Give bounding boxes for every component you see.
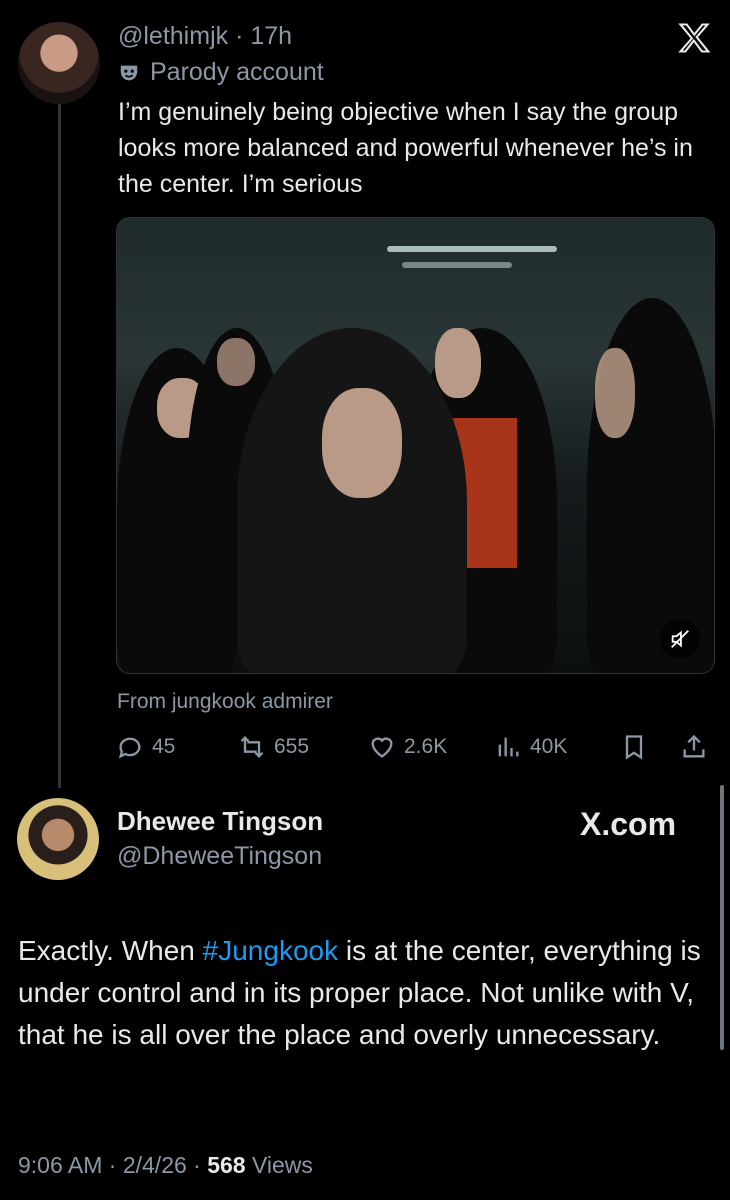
bookmark-action[interactable] xyxy=(620,733,648,761)
hashtag-link[interactable]: #Jungkook xyxy=(203,935,338,966)
thread-connector-line xyxy=(58,102,61,788)
repost-action[interactable]: 655 xyxy=(238,733,309,761)
scrollbar[interactable] xyxy=(720,785,724,1050)
tweet-text: I’m genuinely being objective when I say… xyxy=(118,98,693,198)
reply-text: Exactly. When #Jungkook is at the center… xyxy=(18,930,708,1056)
tweet-video[interactable] xyxy=(116,217,715,674)
repost-count: 655 xyxy=(274,735,310,758)
repost-icon xyxy=(240,736,264,758)
video-face xyxy=(217,338,255,386)
video-face xyxy=(435,328,481,398)
tweet-meta-line[interactable]: @lethimjk · 17h xyxy=(118,22,292,51)
bookmark-icon xyxy=(625,735,643,760)
reply-views-count: 568 xyxy=(207,1152,246,1178)
reply-icon xyxy=(118,737,141,759)
parody-mask-icon xyxy=(120,65,138,80)
views-count: 40K xyxy=(530,735,568,758)
video-face xyxy=(595,348,635,438)
parody-label-text: Parody account xyxy=(150,58,324,86)
tweet-actions-bar: 45 655 2.6K 40K xyxy=(116,733,716,765)
share-icon xyxy=(683,734,705,758)
reply-text-before: Exactly. When xyxy=(18,935,203,966)
reply-author-name[interactable]: Dhewee Tingson xyxy=(117,806,323,837)
ceiling-light xyxy=(387,246,557,252)
video-face xyxy=(322,388,402,498)
share-action[interactable] xyxy=(680,733,708,761)
reply-timestamp-line: 9:06 AM · 2/4/26 · 568 Views xyxy=(18,1152,313,1179)
avatar-lethimjk[interactable] xyxy=(18,22,100,104)
x-logo-icon[interactable] xyxy=(676,20,712,56)
media-source-line[interactable]: From jungkook admirer xyxy=(117,690,333,714)
volume-muted-icon xyxy=(671,630,689,648)
reply-time[interactable]: 9:06 AM · 2/4/26 · xyxy=(18,1152,207,1178)
parody-label: Parody account xyxy=(118,58,324,87)
reply-author-handle[interactable]: @DheweeTingson xyxy=(117,842,322,871)
reply-views-label: Views xyxy=(245,1152,313,1178)
video-figure xyxy=(237,328,467,673)
heart-icon xyxy=(371,737,393,758)
reply-action[interactable]: 45 xyxy=(116,733,175,761)
mute-button[interactable] xyxy=(660,619,700,659)
like-count: 2.6K xyxy=(404,735,448,758)
ceiling-light xyxy=(402,262,512,268)
reply-count: 45 xyxy=(152,735,176,758)
avatar-dheweetingson[interactable] xyxy=(17,798,99,880)
xcom-watermark: X.com xyxy=(580,806,677,842)
views-action[interactable]: 40K xyxy=(494,733,567,761)
views-chart-icon xyxy=(498,737,519,757)
like-action[interactable]: 2.6K xyxy=(368,733,447,761)
